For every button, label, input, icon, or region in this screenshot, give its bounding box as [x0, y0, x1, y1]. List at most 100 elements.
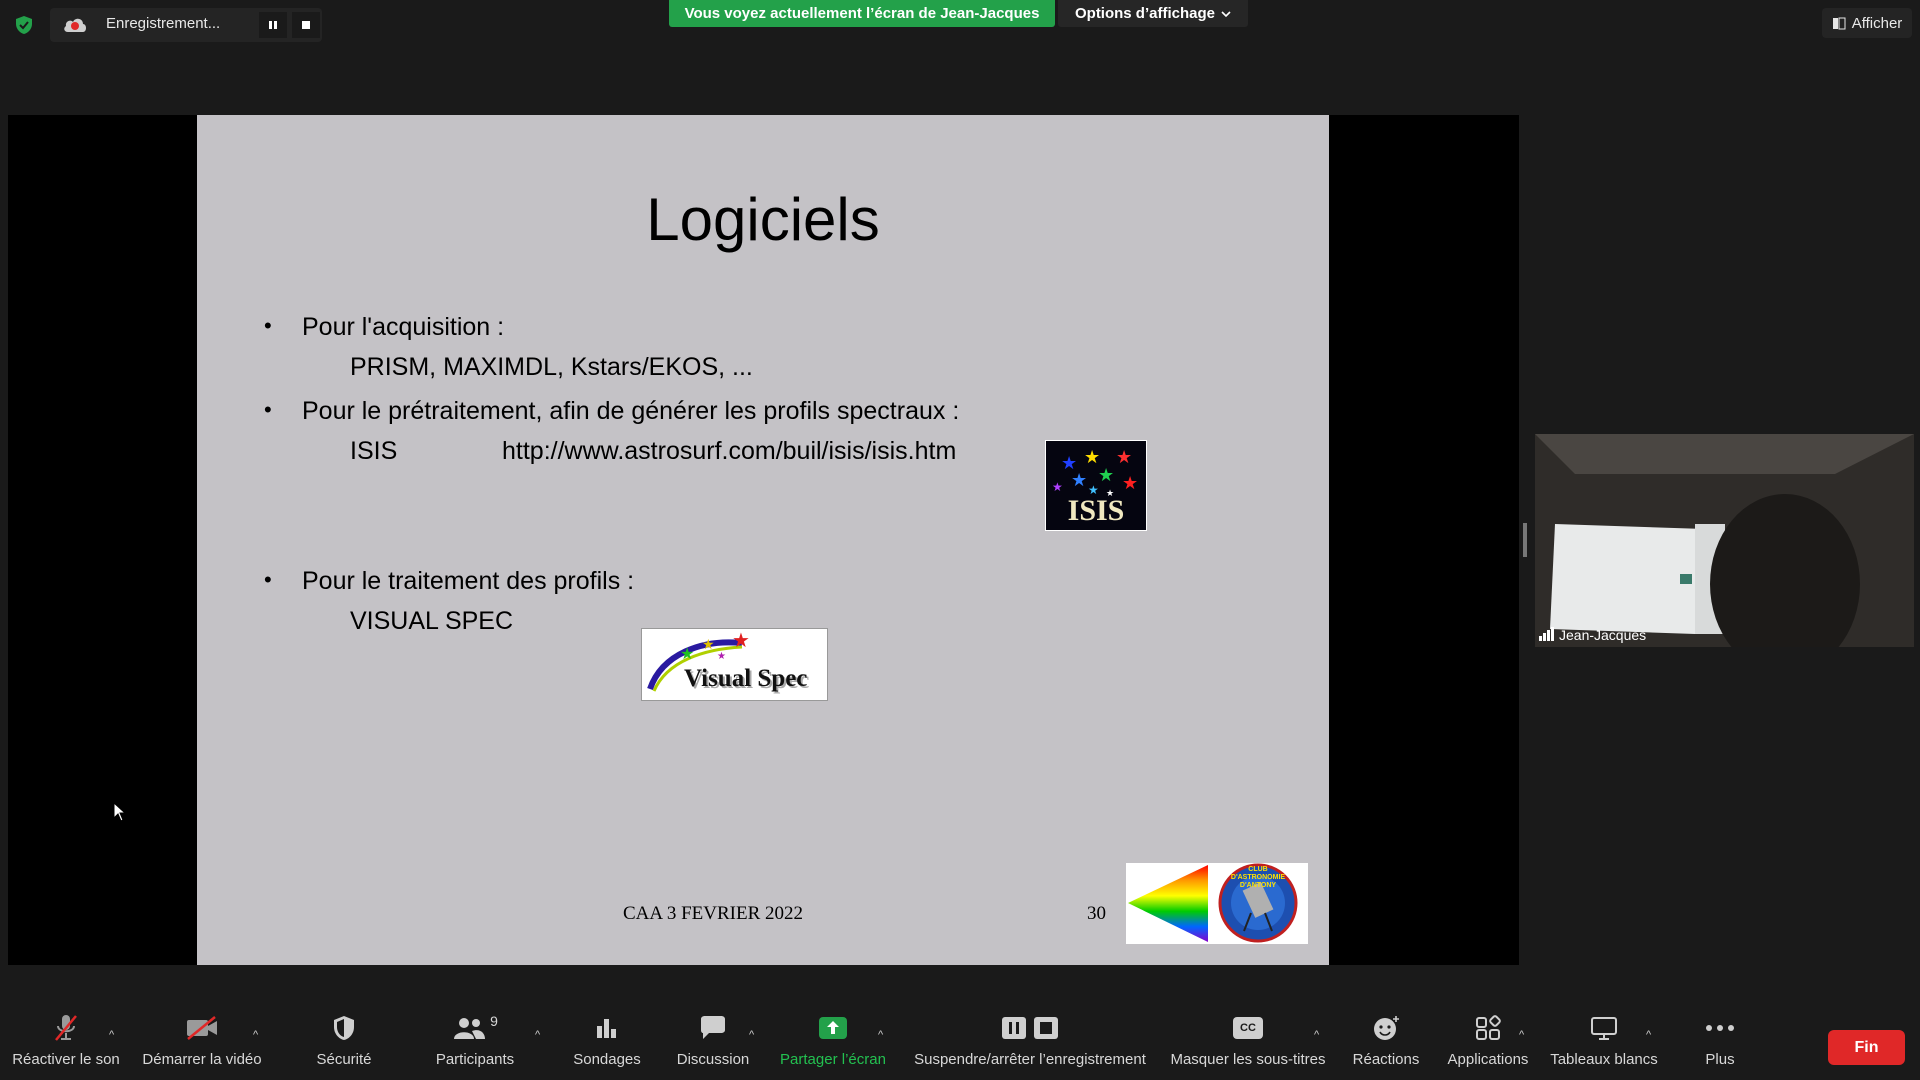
- slide-page-number: 30: [1087, 903, 1106, 924]
- apps-button[interactable]: Applications: [1440, 1005, 1536, 1080]
- audio-options-chevron-icon[interactable]: ^: [109, 1029, 114, 1041]
- svg-text:★: ★: [1052, 480, 1063, 494]
- visual-spec-logo: ★ ★ ★ ★ Visual Spec: [641, 628, 828, 701]
- participants-options-chevron-icon[interactable]: ^: [535, 1029, 540, 1041]
- svg-text:★: ★: [1122, 473, 1138, 494]
- security-label: Sécurité: [316, 1051, 372, 1068]
- view-options-button[interactable]: Options d’affichage: [1058, 0, 1248, 27]
- bullet-dot: •: [264, 313, 272, 338]
- whiteboard-icon: [1591, 1017, 1617, 1040]
- pause-icon: [269, 21, 277, 29]
- share-screen-label: Partager l’écran: [780, 1051, 886, 1068]
- club-logo-text: CLUB D'ASTRONOMIE D'ANTONY: [1230, 866, 1286, 889]
- svg-text:★: ★: [1098, 465, 1114, 486]
- slide-footer: CAA 3 FEVRIER 2022: [623, 903, 803, 924]
- cloud-recording-icon: [64, 18, 86, 32]
- whiteboards-label: Tableaux blancs: [1550, 1051, 1658, 1068]
- chat-button[interactable]: Discussion: [672, 1005, 754, 1080]
- visual-spec-logo-text: Visual Spec: [684, 665, 808, 692]
- screen-share-banner: Vous voyez actuellement l’écran de Jean-…: [669, 0, 1055, 27]
- stop-icon: [1034, 1017, 1058, 1039]
- reactions-label: Réactions: [1352, 1051, 1420, 1068]
- participant-video-feed: [1535, 434, 1914, 647]
- start-video-button[interactable]: Démarrer la vidéo: [136, 1005, 268, 1080]
- isis-name: ISIS: [350, 437, 398, 465]
- chevron-down-icon: [1221, 10, 1231, 17]
- captions-button[interactable]: CC Masquer les sous-titres: [1168, 1005, 1328, 1080]
- svg-text:★: ★: [680, 644, 694, 663]
- pause-icon: [1002, 1017, 1026, 1039]
- chat-bubble-icon: [701, 1016, 725, 1039]
- unmute-label: Réactiver le son: [12, 1051, 120, 1068]
- apps-options-chevron-icon[interactable]: ^: [1519, 1029, 1524, 1041]
- bullet-dot: •: [264, 567, 272, 592]
- view-options-label: Options d’affichage: [1074, 5, 1215, 22]
- end-meeting-button[interactable]: Fin: [1828, 1030, 1905, 1065]
- mouse-cursor-icon: [113, 802, 127, 822]
- participants-count: 9: [490, 1013, 498, 1029]
- smiley-reaction-icon: [1374, 1016, 1399, 1040]
- participant-name: Jean-Jacques: [1559, 627, 1647, 643]
- apps-icon: [1476, 1015, 1501, 1040]
- presentation-slide: Logiciels • Pour l'acquisition : PRISM, …: [197, 115, 1329, 965]
- reactions-button[interactable]: Réactions: [1344, 1005, 1428, 1080]
- video-options-chevron-icon[interactable]: ^: [253, 1029, 258, 1041]
- participants-label: Participants: [435, 1051, 515, 1068]
- more-button[interactable]: Plus: [1684, 1005, 1756, 1080]
- video-camera-off-icon: [187, 1016, 217, 1040]
- participants-icon: [454, 1018, 486, 1039]
- svg-text:★: ★: [732, 629, 750, 652]
- pause-stop-recording-label: Suspendre/arrêter l’enregistrement: [914, 1051, 1146, 1068]
- stop-icon: [302, 21, 310, 29]
- closed-captions-badge: CC: [1240, 1022, 1256, 1034]
- whiteboards-button[interactable]: Tableaux blancs: [1546, 1005, 1662, 1080]
- security-shield-icon: [334, 1016, 354, 1040]
- svg-text:★: ★: [1116, 447, 1132, 468]
- pause-recording-button[interactable]: [259, 12, 287, 38]
- more-dots-icon: [1706, 1025, 1734, 1031]
- captions-options-chevron-icon[interactable]: ^: [1314, 1029, 1319, 1041]
- security-button[interactable]: Sécurité: [300, 1005, 388, 1080]
- polls-bar-chart-icon: [597, 1019, 616, 1038]
- recording-label: Enregistrement...: [106, 15, 221, 32]
- share-options-chevron-icon[interactable]: ^: [878, 1029, 883, 1041]
- encryption-shield-icon[interactable]: [14, 15, 34, 35]
- pause-stop-recording-button[interactable]: Suspendre/arrêter l’enregistrement: [906, 1005, 1154, 1080]
- isis-logo: ★ ★ ★ ★ ★ ★ ★ ★ ★ ISIS: [1045, 440, 1147, 531]
- svg-text:★: ★: [1071, 470, 1087, 491]
- start-video-label: Démarrer la vidéo: [142, 1051, 262, 1068]
- slide-title: Logiciels: [646, 186, 880, 253]
- participant-video-tile[interactable]: Jean-Jacques: [1535, 434, 1914, 647]
- chat-label: Discussion: [676, 1051, 750, 1068]
- participants-button[interactable]: 9 Participants: [426, 1005, 524, 1080]
- bullet-acquisition: Pour l'acquisition :: [302, 313, 505, 341]
- whiteboards-options-chevron-icon[interactable]: ^: [1646, 1029, 1651, 1041]
- isis-url: http://www.astrosurf.com/buil/isis/isis.…: [502, 437, 957, 465]
- more-label: Plus: [1705, 1051, 1735, 1068]
- microphone-muted-icon: [55, 1015, 77, 1041]
- polls-button[interactable]: Sondages: [566, 1005, 648, 1080]
- svg-text:★: ★: [717, 651, 726, 662]
- stop-recording-button[interactable]: [292, 12, 320, 38]
- unmute-button[interactable]: Réactiver le son: [8, 1005, 124, 1080]
- sidebar-toggle-icon: [1832, 17, 1846, 30]
- processing-software: VISUAL SPEC: [350, 607, 514, 635]
- show-button[interactable]: Afficher: [1822, 8, 1912, 38]
- bullet-dot: •: [264, 397, 272, 422]
- panel-resize-handle[interactable]: [1523, 523, 1527, 557]
- polls-label: Sondages: [573, 1051, 641, 1068]
- share-screen-button[interactable]: Partager l’écran: [774, 1005, 892, 1080]
- acquisition-software: PRISM, MAXIMDL, Kstars/EKOS, ...: [350, 353, 753, 381]
- show-label: Afficher: [1851, 14, 1903, 32]
- isis-logo-text: ISIS: [1067, 494, 1125, 527]
- svg-text:★: ★: [702, 637, 715, 653]
- bullet-processing: Pour le traitement des profils :: [302, 567, 635, 595]
- meeting-toolbar: Réactiver le son ^ Démarrer la vidéo ^ S…: [0, 1005, 1920, 1080]
- club-astronomie-logo: CLUB D'ASTRONOMIE D'ANTONY: [1126, 863, 1308, 944]
- captions-label: Masquer les sous-titres: [1170, 1051, 1326, 1068]
- signal-strength-icon: [1539, 627, 1554, 641]
- apps-label: Applications: [1447, 1051, 1529, 1068]
- chat-options-chevron-icon[interactable]: ^: [749, 1029, 754, 1041]
- share-screen-icon: [819, 1017, 847, 1039]
- closed-captions-icon: CC: [1233, 1017, 1263, 1039]
